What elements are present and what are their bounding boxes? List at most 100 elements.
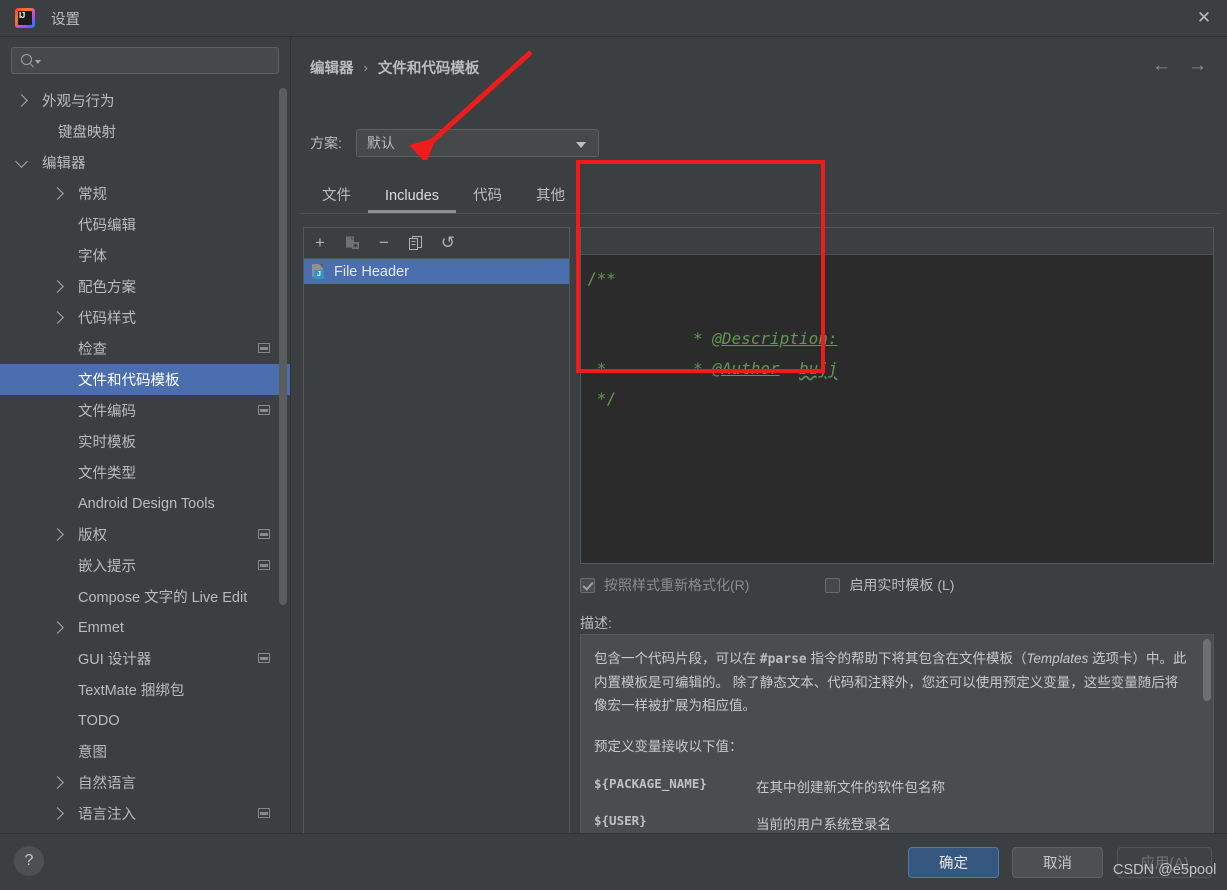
sidebar-item-label: 配色方案 bbox=[78, 280, 136, 296]
list-item[interactable]: J File Header bbox=[304, 259, 569, 284]
sidebar-item-10[interactable]: 文件编码 bbox=[0, 395, 290, 426]
sidebar-item-5[interactable]: 字体 bbox=[0, 240, 290, 271]
tab-0[interactable]: 文件 bbox=[305, 180, 368, 213]
code-tag-description: @Description: bbox=[712, 329, 838, 348]
breadcrumb-separator-icon: › bbox=[363, 60, 368, 75]
sidebar-item-3[interactable]: 常规 bbox=[0, 178, 290, 209]
search-wrapper bbox=[0, 37, 290, 74]
description-scrollbar[interactable] bbox=[1203, 639, 1211, 701]
chevron-right-icon[interactable] bbox=[51, 187, 64, 200]
sidebar-item-2[interactable]: 编辑器 bbox=[0, 147, 290, 178]
close-icon[interactable]: ✕ bbox=[1181, 0, 1227, 36]
chevron-right-icon[interactable] bbox=[51, 807, 64, 820]
template-list-toolbar: + − ↺ bbox=[304, 228, 569, 259]
chevron-right-icon[interactable] bbox=[51, 776, 64, 789]
sidebar-item-20[interactable]: TODO bbox=[0, 705, 290, 736]
sidebar-item-label: 字体 bbox=[78, 249, 107, 265]
intellij-idea-icon: IJ bbox=[15, 8, 35, 28]
remove-icon[interactable]: − bbox=[368, 228, 400, 259]
chevron-right-icon[interactable] bbox=[51, 280, 64, 293]
copy-icon[interactable] bbox=[400, 228, 432, 259]
back-arrow-icon[interactable]: ← bbox=[1152, 55, 1171, 77]
scheme-label: 方案: bbox=[310, 135, 342, 151]
enable-live-templates-checkbox[interactable] bbox=[825, 577, 841, 593]
sidebar-item-label: TODO bbox=[78, 712, 120, 729]
sidebar-item-label: TextMate 捆绑包 bbox=[78, 683, 185, 699]
code-author-value: bujj bbox=[798, 359, 838, 378]
breadcrumb-current: 文件和代码模板 bbox=[377, 61, 480, 77]
desc-text-b: 指令的帮助下将其包含在文件模板（ bbox=[806, 651, 1027, 666]
sidebar-item-label: 嵌入提示 bbox=[78, 559, 136, 575]
tab-1[interactable]: Includes bbox=[368, 180, 457, 213]
sidebar-item-6[interactable]: 配色方案 bbox=[0, 271, 290, 302]
sidebar-item-14[interactable]: 版权 bbox=[0, 519, 290, 550]
add-file-template-icon bbox=[336, 228, 368, 259]
sidebar-item-4[interactable]: 代码编辑 bbox=[0, 209, 290, 240]
sidebar-item-11[interactable]: 实时模板 bbox=[0, 426, 290, 457]
tab-3[interactable]: 其他 bbox=[519, 180, 582, 213]
sidebar-item-19[interactable]: TextMate 捆绑包 bbox=[0, 674, 290, 705]
sidebar-item-label: 代码编辑 bbox=[78, 218, 136, 234]
chevron-down-icon[interactable] bbox=[15, 155, 28, 168]
desc-italic-templates: Templates bbox=[1026, 651, 1089, 666]
sidebar-item-1[interactable]: 键盘映射 bbox=[0, 116, 290, 147]
description-title: 描述: bbox=[580, 615, 612, 631]
sidebar-item-label: 自然语言 bbox=[78, 776, 136, 792]
sidebar-item-label: 实时模板 bbox=[78, 435, 136, 451]
code-line: * @Description: bbox=[683, 329, 838, 348]
editor-body[interactable]: /** * @Description: * @Author bujj * */ bbox=[581, 256, 1213, 563]
cancel-button[interactable]: 取消 bbox=[1012, 847, 1103, 878]
reformat-according-to-style-checkbox[interactable] bbox=[580, 577, 595, 593]
sidebar-item-label: 代码样式 bbox=[78, 311, 136, 327]
breadcrumb-parent[interactable]: 编辑器 bbox=[310, 57, 354, 78]
sidebar-item-label: 键盘映射 bbox=[58, 125, 116, 141]
project-scope-icon bbox=[258, 405, 270, 415]
sidebar-item-8[interactable]: 检查 bbox=[0, 333, 290, 364]
variable-description: 当前的用户系统登录名 bbox=[756, 817, 891, 832]
template-list-panel: + − ↺ J File Header bbox=[303, 227, 570, 859]
navigation-arrows: ← → bbox=[1152, 55, 1207, 77]
sidebar-item-label: 版权 bbox=[78, 528, 107, 544]
template-editor[interactable]: /** * @Description: * @Author bujj * */ bbox=[580, 227, 1214, 564]
chevron-right-icon[interactable] bbox=[51, 528, 64, 541]
sidebar-item-15[interactable]: 嵌入提示 bbox=[0, 550, 290, 581]
sidebar-item-label: 编辑器 bbox=[42, 156, 86, 172]
chevron-right-icon[interactable] bbox=[51, 311, 64, 324]
search-box[interactable] bbox=[11, 47, 279, 74]
sidebar-item-18[interactable]: GUI 设计器 bbox=[0, 643, 290, 674]
template-tabs: 文件 Includes 代码 其他 bbox=[305, 180, 582, 213]
variable-row: ${USER} 当前的用户系统登录名 bbox=[594, 813, 1187, 833]
sidebar-item-12[interactable]: 文件类型 bbox=[0, 457, 290, 488]
sidebar-item-23[interactable]: 语言注入 bbox=[0, 798, 290, 829]
desc-code-parse: #parse bbox=[759, 652, 807, 667]
sidebar-item-21[interactable]: 意图 bbox=[0, 736, 290, 767]
chevron-right-icon[interactable] bbox=[15, 94, 28, 107]
reset-icon[interactable]: ↺ bbox=[432, 228, 464, 259]
sidebar-item-22[interactable]: 自然语言 bbox=[0, 767, 290, 798]
help-icon[interactable]: ? bbox=[14, 846, 44, 876]
sidebar-item-label: 语言注入 bbox=[78, 807, 136, 823]
tabs-underline bbox=[300, 213, 1220, 214]
sidebar-scrollbar[interactable] bbox=[279, 88, 287, 605]
sidebar-item-label: 外观与行为 bbox=[42, 94, 115, 110]
forward-arrow-icon[interactable]: → bbox=[1188, 55, 1207, 77]
add-icon[interactable]: + bbox=[304, 228, 336, 259]
sidebar-item-13[interactable]: Android Design Tools bbox=[0, 488, 290, 519]
sidebar-item-7[interactable]: 代码样式 bbox=[0, 302, 290, 333]
scheme-select[interactable]: 默认 bbox=[355, 129, 599, 157]
search-input[interactable] bbox=[46, 48, 266, 73]
sidebar-item-17[interactable]: Emmet bbox=[0, 612, 290, 643]
sidebar-item-16[interactable]: Compose 文字的 Live Edit bbox=[0, 581, 290, 612]
variable-name: ${PACKAGE_NAME} bbox=[594, 776, 707, 791]
desc-text-a: 包含一个代码片段，可以在 bbox=[594, 651, 760, 666]
sidebar-item-0[interactable]: 外观与行为 bbox=[0, 85, 290, 116]
sidebar-item-label: 文件和代码模板 bbox=[78, 373, 180, 389]
tab-2[interactable]: 代码 bbox=[456, 180, 519, 213]
window-title: 设置 bbox=[51, 11, 80, 28]
scheme-value: 默认 bbox=[366, 135, 395, 151]
variable-name: ${USER} bbox=[594, 813, 647, 828]
chevron-right-icon[interactable] bbox=[51, 621, 64, 634]
project-scope-icon bbox=[258, 653, 270, 663]
sidebar-item-9[interactable]: 文件和代码模板 bbox=[0, 364, 290, 395]
ok-button[interactable]: 确定 bbox=[908, 847, 999, 878]
